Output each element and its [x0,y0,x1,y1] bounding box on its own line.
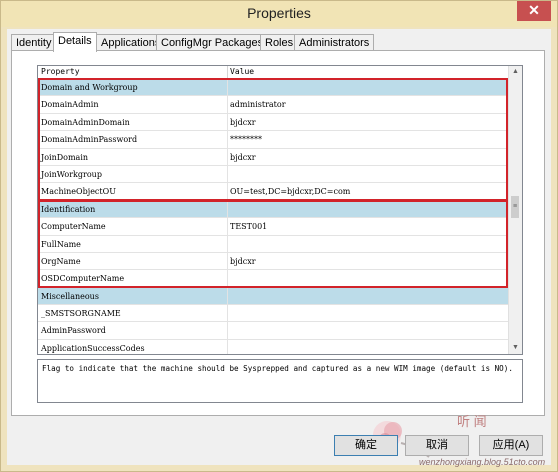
grid-category-row[interactable]: Miscellaneous [38,287,508,306]
tab-identity[interactable]: Identity [11,34,57,51]
vertical-scrollbar[interactable]: ▲ ≡ ▼ [508,66,522,354]
tab-roles[interactable]: Roles [260,34,299,51]
scroll-thumb[interactable]: ≡ [511,196,519,218]
grid-property-row[interactable]: ApplicationSuccessCodes [38,339,508,354]
details-tab-page: Property Value Domain and Workgroup Domai… [11,50,545,416]
property-grid[interactable]: Property Value Domain and Workgroup Domai… [37,65,523,355]
grid-property-row[interactable]: _SMSTSORGNAME [38,305,508,323]
watermark-chinese-text: 听 闻 [457,414,487,429]
ok-button[interactable]: 确定 [334,435,398,456]
tab-configmgr-packages[interactable]: ConfigMgr Packages [156,34,269,51]
property-name: ApplicationSuccessCodes [41,343,145,353]
column-header-property[interactable]: Property [41,67,80,76]
close-button[interactable]: ✕ [517,1,551,21]
window-title: Properties [247,5,311,21]
property-name: AdminPassword [41,326,106,336]
highlight-identification [38,200,508,288]
cell-separator [227,287,228,305]
scroll-up-arrow-icon[interactable]: ▲ [509,66,522,78]
description-panel: Flag to indicate that the machine should… [37,359,523,403]
cancel-button[interactable]: 取消 [405,435,469,456]
apply-button[interactable]: 应用(A) [479,435,543,456]
column-separator[interactable] [227,66,228,78]
cell-separator [227,322,228,339]
watermark-url: wenzhongxiang.blog.51cto.com [419,457,546,467]
column-header-value[interactable]: Value [230,67,254,76]
tab-administrators[interactable]: Administrators [294,34,375,51]
tab-details[interactable]: Details [53,32,97,52]
title-bar[interactable]: Properties ✕ [1,1,557,27]
grid-property-row[interactable]: AdminPassword [38,322,508,340]
cell-separator [227,305,228,322]
highlight-domain-workgroup [38,78,508,201]
dialog-client: Identity Details Applications ConfigMgr … [7,29,551,467]
cell-separator [227,339,228,354]
category-label: Miscellaneous [41,291,99,301]
property-name: _SMSTSORGNAME [41,309,121,319]
description-text: Flag to indicate that the machine should… [42,364,513,373]
tab-applications[interactable]: Applications [96,34,166,51]
properties-window: Properties ✕ Identity Details Applicatio… [0,0,558,472]
scroll-down-arrow-icon[interactable]: ▼ [509,342,522,354]
